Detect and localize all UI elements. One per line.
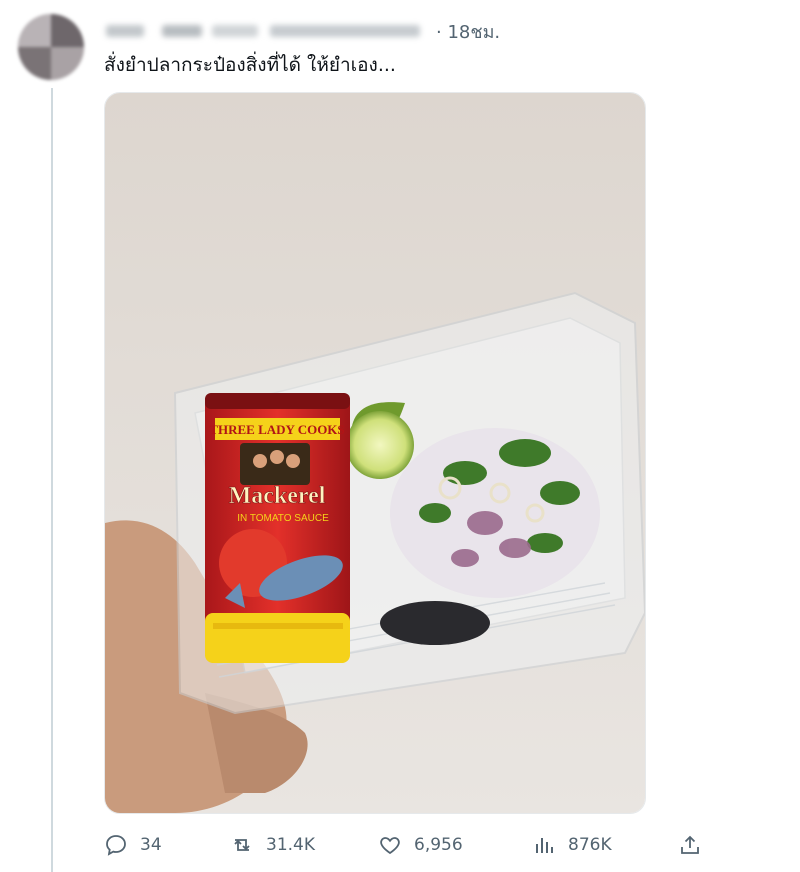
reply-icon [106,835,126,856]
view-count: 876K [568,835,612,855]
views-icon [536,838,553,853]
share-button[interactable] [678,833,714,857]
author-name-redacted[interactable] [104,20,434,42]
reply-button[interactable]: 34 [104,833,162,857]
reply-count: 34 [140,835,162,855]
like-count: 6,956 [414,835,463,855]
thread-line [51,88,53,872]
like-icon [380,837,400,855]
can-brand: THREE LADY COOKS [209,422,344,437]
retweet-button[interactable]: 31.4K [230,833,315,857]
timestamp[interactable]: · 18ชม. [436,17,500,46]
tweet-text: สั่งยำปลากระป๋องสิ่งที่ได้ ให้ยำเอง... [104,54,396,76]
can-product: Mackerel [229,483,326,509]
media-photo: THREE LADY COOKS Mackerel IN TOMATO SAUC… [105,93,645,813]
avatar[interactable] [18,14,84,80]
can-subtitle: IN TOMATO SAUCE [237,513,329,524]
retweet-icon [234,839,250,851]
tweet-media[interactable]: THREE LADY COOKS Mackerel IN TOMATO SAUC… [104,92,646,814]
retweet-count: 31.4K [266,835,315,855]
views-button[interactable]: 876K [532,833,612,857]
like-button[interactable]: 6,956 [378,833,463,857]
action-bar: 34 31.4K 6,956 876K [104,828,704,862]
share-icon [681,835,699,854]
tweet-header: · 18ชม. [104,16,500,46]
